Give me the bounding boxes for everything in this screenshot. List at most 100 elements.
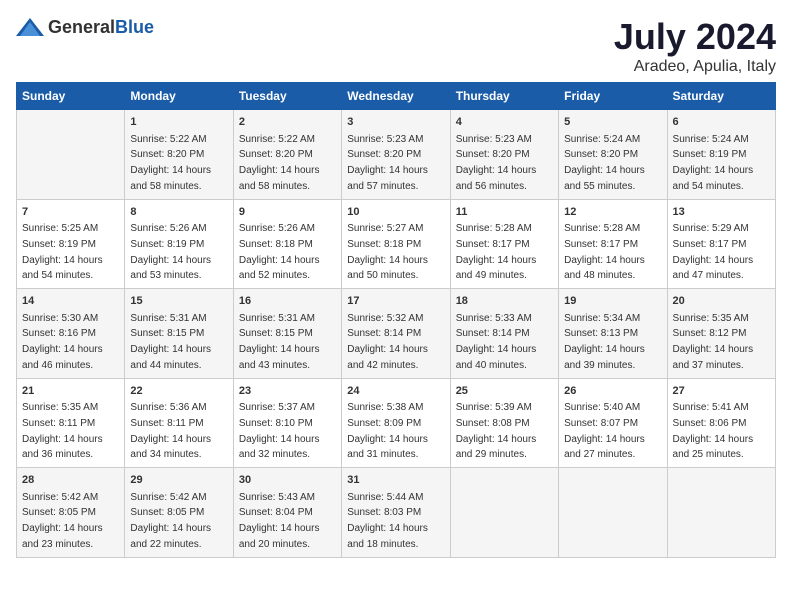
table-row: 30Sunrise: 5:43 AMSunset: 8:04 PMDayligh… xyxy=(233,468,341,558)
table-row: 18Sunrise: 5:33 AMSunset: 8:14 PMDayligh… xyxy=(450,289,558,379)
logo-icon xyxy=(16,16,44,38)
day-number: 22 xyxy=(130,383,227,400)
table-row xyxy=(559,468,667,558)
table-row xyxy=(667,468,775,558)
day-number: 13 xyxy=(673,204,770,221)
cell-text: Sunrise: 5:23 AMSunset: 8:20 PMDaylight:… xyxy=(347,134,428,192)
table-row: 12 Sunrise: 5:28 AMSunset: 8:17 PMDayligh… xyxy=(559,199,667,289)
table-row: 17Sunrise: 5:32 AMSunset: 8:14 PMDayligh… xyxy=(342,289,450,379)
calendar-table: Sunday Monday Tuesday Wednesday Thursday… xyxy=(16,82,776,558)
cell-text: Sunrise: 5:25 AMSunset: 8:19 PMDaylight:… xyxy=(22,223,103,281)
cell-text: Sunrise: 5:24 AMSunset: 8:20 PMDaylight:… xyxy=(564,134,645,192)
table-row: 16 Sunrise: 5:31 AMSunset: 8:15 PMDayligh… xyxy=(233,289,341,379)
day-number: 2 xyxy=(239,114,336,131)
calendar-week-row: 1 Sunrise: 5:22 AMSunset: 8:20 PMDaylight… xyxy=(17,110,776,200)
cell-text: Sunrise: 5:22 AMSunset: 8:20 PMDaylight:… xyxy=(130,134,211,192)
cell-text: Sunrise: 5:31 AMSunset: 8:15 PMDaylight:… xyxy=(130,313,211,371)
table-row: 28Sunrise: 5:42 AMSunset: 8:05 PMDayligh… xyxy=(17,468,125,558)
day-number: 14 xyxy=(22,293,119,310)
cell-text: Sunrise: 5:38 AMSunset: 8:09 PMDaylight:… xyxy=(347,402,428,460)
cell-text: Sunrise: 5:27 AMSunset: 8:18 PMDaylight:… xyxy=(347,223,428,281)
header-row: GeneralBlue July 2024 Aradeo, Apulia, It… xyxy=(16,16,776,76)
cell-text: Sunrise: 5:42 AMSunset: 8:05 PMDaylight:… xyxy=(130,492,211,550)
day-number: 28 xyxy=(22,472,119,489)
logo-blue: Blue xyxy=(115,17,154,37)
day-number: 3 xyxy=(347,114,444,131)
cell-text: Sunrise: 5:35 AMSunset: 8:12 PMDaylight:… xyxy=(673,313,754,371)
cell-text: Sunrise: 5:34 AMSunset: 8:13 PMDaylight:… xyxy=(564,313,645,371)
day-number: 23 xyxy=(239,383,336,400)
table-row: 6Sunrise: 5:24 AMSunset: 8:19 PMDaylight… xyxy=(667,110,775,200)
cell-text: Sunrise: 5:31 AMSunset: 8:15 PMDaylight:… xyxy=(239,313,320,371)
table-row xyxy=(450,468,558,558)
table-row: 25 Sunrise: 5:39 AMSunset: 8:08 PMDayligh… xyxy=(450,378,558,468)
day-number: 21 xyxy=(22,383,119,400)
table-row: 20 Sunrise: 5:35 AMSunset: 8:12 PMDayligh… xyxy=(667,289,775,379)
day-number: 29 xyxy=(130,472,227,489)
table-row: 24 Sunrise: 5:38 AMSunset: 8:09 PMDayligh… xyxy=(342,378,450,468)
table-row: 9Sunrise: 5:26 AMSunset: 8:18 PMDaylight… xyxy=(233,199,341,289)
table-row: 7 Sunrise: 5:25 AMSunset: 8:19 PMDaylight… xyxy=(17,199,125,289)
cell-text: Sunrise: 5:40 AMSunset: 8:07 PMDaylight:… xyxy=(564,402,645,460)
table-row: 8Sunrise: 5:26 AMSunset: 8:19 PMDaylight… xyxy=(125,199,233,289)
table-row: 29 Sunrise: 5:42 AMSunset: 8:05 PMDayligh… xyxy=(125,468,233,558)
header-wednesday: Wednesday xyxy=(342,83,450,110)
day-number: 24 xyxy=(347,383,444,400)
table-row: 23 Sunrise: 5:37 AMSunset: 8:10 PMDayligh… xyxy=(233,378,341,468)
day-number: 11 xyxy=(456,204,553,221)
logo: GeneralBlue xyxy=(16,16,154,38)
table-row: 22 Sunrise: 5:36 AMSunset: 8:11 PMDayligh… xyxy=(125,378,233,468)
day-number: 26 xyxy=(564,383,661,400)
day-number: 25 xyxy=(456,383,553,400)
cell-text: Sunrise: 5:35 AMSunset: 8:11 PMDaylight:… xyxy=(22,402,103,460)
table-row: 13Sunrise: 5:29 AMSunset: 8:17 PMDayligh… xyxy=(667,199,775,289)
calendar-week-row: 14Sunrise: 5:30 AMSunset: 8:16 PMDayligh… xyxy=(17,289,776,379)
logo-general: General xyxy=(48,17,115,37)
day-number: 30 xyxy=(239,472,336,489)
day-number: 5 xyxy=(564,114,661,131)
table-row: 19 Sunrise: 5:34 AMSunset: 8:13 PMDayligh… xyxy=(559,289,667,379)
table-row: 15 Sunrise: 5:31 AMSunset: 8:15 PMDayligh… xyxy=(125,289,233,379)
title-block: July 2024 Aradeo, Apulia, Italy xyxy=(614,16,776,76)
day-number: 17 xyxy=(347,293,444,310)
day-number: 18 xyxy=(456,293,553,310)
day-number: 27 xyxy=(673,383,770,400)
cell-text: Sunrise: 5:37 AMSunset: 8:10 PMDaylight:… xyxy=(239,402,320,460)
calendar-week-row: 21 Sunrise: 5:35 AMSunset: 8:11 PMDayligh… xyxy=(17,378,776,468)
day-number: 19 xyxy=(564,293,661,310)
cell-text: Sunrise: 5:44 AMSunset: 8:03 PMDaylight:… xyxy=(347,492,428,550)
day-number: 12 xyxy=(564,204,661,221)
table-row: 2Sunrise: 5:22 AMSunset: 8:20 PMDaylight… xyxy=(233,110,341,200)
table-row: 5 Sunrise: 5:24 AMSunset: 8:20 PMDaylight… xyxy=(559,110,667,200)
calendar-week-row: 28 Sunrise: 5:42 AMSunset: 8:05 PMDayligh… xyxy=(17,468,776,558)
day-number: 10 xyxy=(347,204,444,221)
table-row: 21 Sunrise: 5:35 AMSunset: 8:11 PMDayligh… xyxy=(17,378,125,468)
cell-text: Sunrise: 5:26 AMSunset: 8:18 PMDaylight:… xyxy=(239,223,320,281)
cell-text: Sunrise: 5:28 AMSunset: 8:17 PMDaylight:… xyxy=(564,223,645,281)
day-number: 7 xyxy=(22,204,119,221)
table-row xyxy=(17,110,125,200)
day-number: 16 xyxy=(239,293,336,310)
table-row: 1 Sunrise: 5:22 AMSunset: 8:20 PMDaylight… xyxy=(125,110,233,200)
day-number: 20 xyxy=(673,293,770,310)
table-row: 14Sunrise: 5:30 AMSunset: 8:16 PMDayligh… xyxy=(17,289,125,379)
cell-text: Sunrise: 5:39 AMSunset: 8:08 PMDaylight:… xyxy=(456,402,537,460)
header-saturday: Saturday xyxy=(667,83,775,110)
cell-text: Sunrise: 5:26 AMSunset: 8:19 PMDaylight:… xyxy=(130,223,211,281)
table-row: 10 Sunrise: 5:27 AMSunset: 8:18 PMDayligh… xyxy=(342,199,450,289)
main-title: July 2024 xyxy=(614,16,776,58)
day-number: 4 xyxy=(456,114,553,131)
cell-text: Sunrise: 5:41 AMSunset: 8:06 PMDaylight:… xyxy=(673,402,754,460)
table-row: 11Sunrise: 5:28 AMSunset: 8:17 PMDayligh… xyxy=(450,199,558,289)
day-number: 1 xyxy=(130,114,227,131)
header-tuesday: Tuesday xyxy=(233,83,341,110)
day-number: 31 xyxy=(347,472,444,489)
cell-text: Sunrise: 5:36 AMSunset: 8:11 PMDaylight:… xyxy=(130,402,211,460)
page-container: GeneralBlue July 2024 Aradeo, Apulia, It… xyxy=(0,0,792,568)
header-monday: Monday xyxy=(125,83,233,110)
table-row: 27 Sunrise: 5:41 AMSunset: 8:06 PMDayligh… xyxy=(667,378,775,468)
subtitle: Aradeo, Apulia, Italy xyxy=(614,58,776,76)
table-row: 26 Sunrise: 5:40 AMSunset: 8:07 PMDayligh… xyxy=(559,378,667,468)
day-number: 15 xyxy=(130,293,227,310)
calendar-week-row: 7 Sunrise: 5:25 AMSunset: 8:19 PMDaylight… xyxy=(17,199,776,289)
